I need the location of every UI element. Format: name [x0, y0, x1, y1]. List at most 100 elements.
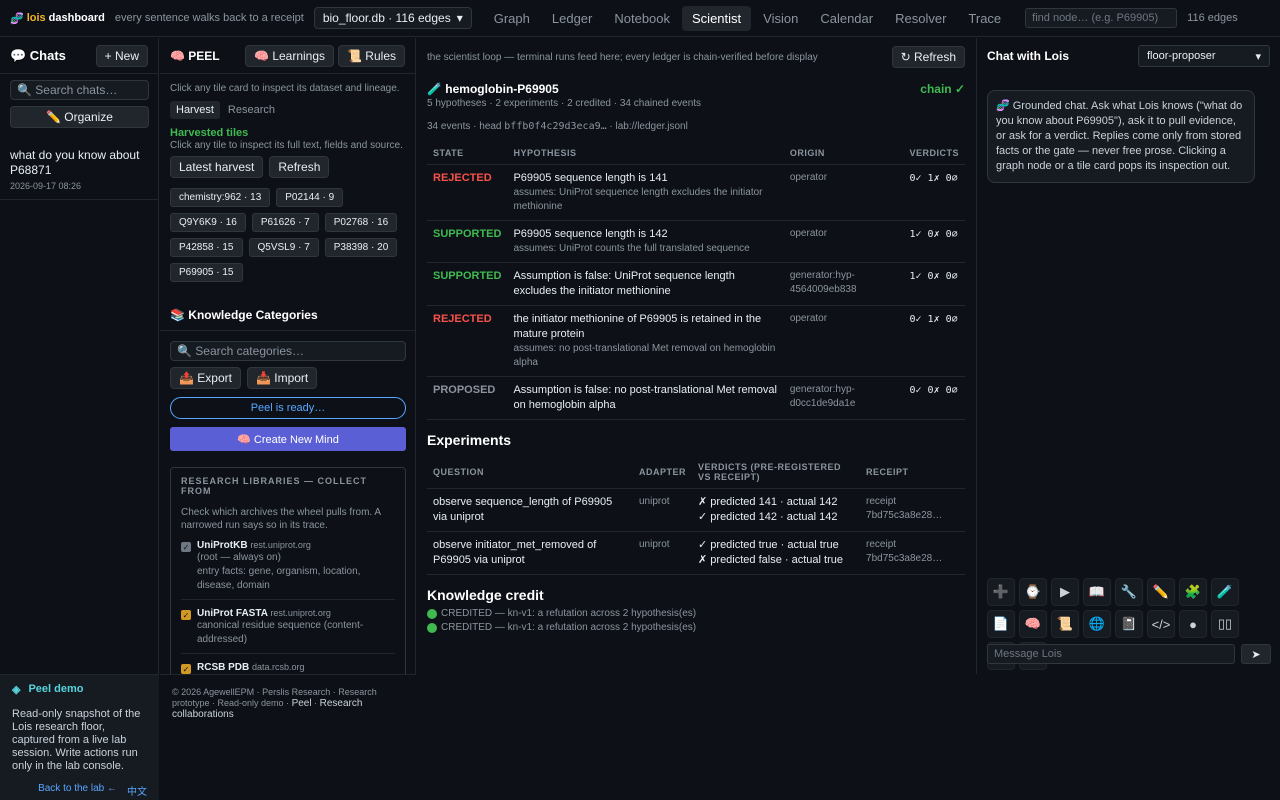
clock-icon[interactable]: ⌚	[1019, 578, 1047, 606]
brand[interactable]: 🧬 lois dashboard	[10, 12, 105, 25]
rules-button[interactable]: 📜 Rules	[338, 44, 405, 67]
scroll-icon[interactable]: 📜	[1051, 610, 1079, 638]
library-checkbox[interactable]: ✓	[181, 542, 191, 552]
tab-harvest[interactable]: Harvest	[170, 101, 220, 119]
organize-button[interactable]: ✏️ Organize	[10, 106, 149, 128]
hypothesis-assumption: assumes: UniProt counts the full transla…	[513, 243, 750, 254]
tile-chip[interactable]: P42858 · 15	[170, 238, 243, 257]
table-header-row: QUESTION ADAPTER VERDICTS (PRE-REGISTERE…	[427, 456, 965, 489]
table-row[interactable]: REJECTED P69905 sequence length is 141 ass…	[427, 164, 965, 221]
send-button[interactable]: ➤	[1241, 644, 1271, 664]
events-hash: bffb0f4c29d3eca9…	[504, 121, 607, 132]
find-node-input[interactable]: find node… (e.g. P69905)	[1025, 8, 1178, 28]
refresh-harvest-button[interactable]: Refresh	[269, 156, 330, 178]
status-dot-icon	[427, 609, 437, 619]
hypothesis-origin: generator:hyp-d0cc1de9da1e	[783, 376, 904, 420]
table-row[interactable]: REJECTED the initiator methionine of P699…	[427, 305, 965, 377]
events-prefix: 34 events · head	[427, 121, 505, 132]
chat-list-item[interactable]: what do you know about P68871 2026-09-17…	[0, 136, 158, 200]
new-chat-button[interactable]: + New	[95, 44, 148, 67]
credit-item: CREDITED — kn-v1: a refutation across 2 …	[427, 621, 965, 635]
tab-resolver[interactable]: Resolver	[885, 6, 956, 31]
tile-chip[interactable]: P38398 · 20	[324, 238, 398, 257]
experiment-receipt[interactable]: receipt 7bd75c3a8e28…	[860, 488, 965, 532]
export-button[interactable]: 📤 Export	[170, 367, 241, 389]
knowledge-credit-title: Knowledge credit	[427, 587, 544, 603]
tab-research[interactable]: Research	[222, 101, 281, 119]
tab-vision[interactable]: Vision	[753, 6, 808, 31]
wrench-icon[interactable]: 🔧	[1115, 578, 1143, 606]
experiment-verdict: ✓ predicted true · actual true	[698, 539, 839, 551]
tagline: every sentence walks back to a receipt	[114, 12, 304, 24]
library-list: ✓ UniProtKB rest.uniprot.org (root — alway…	[181, 540, 395, 674]
tile-chip[interactable]: P61626 · 7	[251, 213, 319, 232]
library-checkbox[interactable]: ✓	[181, 664, 191, 674]
tile-chip[interactable]: chemistry:962 · 13	[170, 188, 271, 207]
add-icon[interactable]: ➕	[987, 578, 1015, 606]
credit-text: CREDITED — kn-v1: a refutation across 2 …	[441, 608, 697, 619]
library-item: ✓ UniProt FASTA rest.uniprot.org canonical…	[181, 608, 395, 654]
table-row[interactable]: PROPOSED Assumption is false: no post-tra…	[427, 376, 965, 420]
play-icon[interactable]: ▶	[1051, 578, 1079, 606]
library-body: RCSB PDB data.rcsb.orgexperimental struc…	[197, 662, 395, 674]
hypothesis-cell: Assumption is false: UniProt sequence le…	[507, 262, 784, 306]
notebook-icon[interactable]: 📓	[1115, 610, 1143, 638]
library-description: canonical residue sequence (content-addr…	[197, 620, 364, 645]
tile-chip[interactable]: P02144 · 9	[276, 188, 344, 207]
refresh-button[interactable]: ↻ Refresh	[891, 46, 965, 68]
columns-icon[interactable]: ▯▯	[1211, 610, 1239, 638]
tab-notebook[interactable]: Notebook	[604, 6, 680, 31]
hypothesis-state: REJECTED	[427, 164, 508, 221]
puzzle-icon[interactable]: 🧩	[1179, 578, 1207, 606]
tile-chip[interactable]: Q5VSL9 · 7	[248, 238, 319, 257]
chat-item-date: 2026-09-17 08:26	[10, 181, 82, 191]
pencil-icon[interactable]: ✏️	[1147, 578, 1175, 606]
tile-chip[interactable]: Q9Y6K9 · 16	[170, 213, 246, 232]
hypothesis-text: the initiator methionine of P69905 is re…	[513, 313, 762, 340]
chinese-language-link[interactable]: 中文	[127, 783, 147, 798]
latest-harvest-button[interactable]: Latest harvest	[170, 156, 264, 178]
credit-item: CREDITED — kn-v1: a refutation across 2 …	[427, 607, 965, 621]
globe-icon[interactable]: 🌐	[1083, 610, 1111, 638]
search-chats-input[interactable]: 🔍 Search chats…	[10, 80, 149, 100]
table-row[interactable]: SUPPORTED P69905 sequence length is 142 as…	[427, 220, 965, 263]
experiment-receipt[interactable]: receipt 7bd75c3a8e28…	[860, 531, 965, 575]
hypothesis-cell: P69905 sequence length is 142 assumes: Un…	[507, 220, 784, 263]
book-icon[interactable]: 📖	[1083, 578, 1111, 606]
create-new-mind-button[interactable]: 🧠 Create New Mind	[170, 427, 406, 451]
column-header-question: QUESTION	[427, 456, 633, 489]
tab-ledger[interactable]: Ledger	[542, 6, 602, 31]
learnings-button[interactable]: 🧠 Learnings	[245, 44, 335, 67]
tab-trace[interactable]: Trace	[958, 6, 1011, 31]
chats-panel: 💬 Chats + New 🔍 Search chats… ✏️ Organiz…	[0, 38, 159, 674]
back-to-lab-link[interactable]: Back to the lab ←	[38, 783, 117, 798]
tab-calendar[interactable]: Calendar	[810, 6, 883, 31]
tile-chip[interactable]: P02768 · 16	[324, 213, 398, 232]
tile-chip[interactable]: P69905 · 15	[170, 263, 243, 282]
tab-graph[interactable]: Graph	[484, 6, 540, 31]
record-icon[interactable]: ●	[1179, 610, 1207, 638]
library-checkbox[interactable]: ✓	[181, 610, 191, 620]
peel-link[interactable]: Peel	[292, 698, 312, 709]
search-categories-input[interactable]: 🔍 Search categories…	[170, 341, 406, 361]
table-row[interactable]: SUPPORTED Assumption is false: UniProt se…	[427, 262, 965, 306]
agent-select[interactable]: floor-proposer ▾	[1138, 45, 1270, 67]
import-button[interactable]: 📥 Import	[246, 367, 318, 389]
hypotheses-table: STATE HYPOTHESIS ORIGIN VERDICTS REJECTE…	[427, 142, 965, 420]
brain-icon[interactable]: 🧠	[1019, 610, 1047, 638]
hypothesis-cell: the initiator methionine of P69905 is re…	[507, 305, 784, 377]
experiment-verdicts: ✓ predicted true · actual true ✗ predicte…	[692, 531, 861, 575]
hypothesis-verdicts: 0✓ 1✗ 0⌀	[903, 164, 965, 221]
test-tube-icon[interactable]: 🧪	[1211, 578, 1239, 606]
hypothesis-origin: operator	[783, 220, 904, 263]
hypothesis-title: 🧪 hemoglobin-P69905	[427, 82, 559, 96]
code-icon[interactable]: </>	[1147, 610, 1175, 638]
hypothesis-text: P69905 sequence length is 141	[513, 172, 668, 184]
database-select[interactable]: bio_floor.db · 116 edges ▾	[313, 7, 472, 29]
table-row[interactable]: observe sequence_length of P69905 via un…	[427, 488, 965, 532]
knowledge-categories-title: 📚 Knowledge Categories	[170, 308, 318, 322]
document-icon[interactable]: 📄	[987, 610, 1015, 638]
table-row[interactable]: observe initiator_met_removed of P69905 …	[427, 531, 965, 575]
message-input[interactable]: Message Lois	[987, 644, 1235, 664]
tab-scientist[interactable]: Scientist	[682, 5, 752, 31]
